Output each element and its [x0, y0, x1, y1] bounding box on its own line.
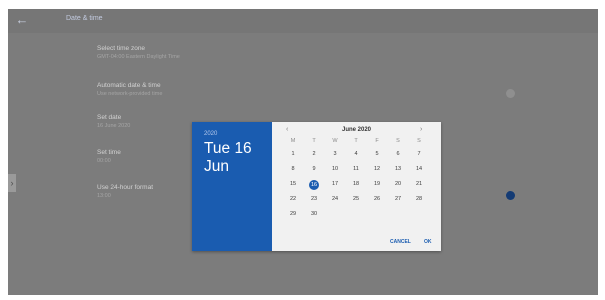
setting-value: GMT-04:00 Eastern Daylight Time — [97, 54, 180, 60]
page-title: Date & time — [66, 15, 103, 22]
setting-label: Use 24-hour format — [97, 184, 153, 191]
calendar-day[interactable]: 24 — [328, 194, 342, 205]
setting-value: Use network-provided time — [97, 91, 163, 97]
calendar-day[interactable]: 26 — [370, 194, 384, 205]
setting-value: 00:00 — [97, 158, 111, 164]
date-picker-dialog: 2020 Tue 16 Jun ‹ › June 2020 M T W T F … — [192, 122, 441, 251]
weekday-label: M — [290, 138, 296, 144]
setting-label: Select time zone — [97, 45, 146, 52]
calendar-day[interactable]: 25 — [349, 194, 363, 205]
weekday-label: F — [375, 138, 379, 144]
settings-screen: ← Date & time Select time zone GMT-04:00… — [8, 9, 598, 295]
calendar-day[interactable]: 6 — [391, 149, 405, 160]
setting-set-date[interactable]: Set date 16 June 2020 — [97, 114, 130, 129]
calendar-day[interactable]: 8 — [286, 164, 300, 175]
ok-button[interactable]: OK — [424, 239, 432, 245]
selected-date-line1: Tue 16 — [204, 140, 252, 157]
calendar-day[interactable]: 27 — [391, 194, 405, 205]
calendar-day[interactable]: 18 — [349, 179, 363, 190]
setting-label: Set time — [97, 149, 121, 156]
calendar-day-selected[interactable]: 16 — [309, 180, 319, 190]
calendar-day[interactable]: 17 — [328, 179, 342, 190]
weekday-label: W — [332, 138, 338, 144]
weekday-label: T — [354, 138, 358, 144]
month-label: June 2020 — [341, 127, 372, 133]
calendar-day[interactable]: 5 — [370, 149, 384, 160]
cancel-button[interactable]: CANCEL — [390, 239, 411, 245]
date-picker-header: 2020 Tue 16 Jun — [192, 122, 272, 251]
calendar-day[interactable]: 7 — [412, 149, 426, 160]
calendar: ‹ › June 2020 M T W T F S S 1 2 3 4 5 6 … — [272, 122, 441, 251]
weekday-label: T — [312, 138, 316, 144]
setting-select-time-zone[interactable]: Select time zone GMT-04:00 Eastern Dayli… — [97, 45, 180, 60]
setting-set-time[interactable]: Set time 00:00 — [97, 149, 121, 164]
selected-date-display: Tue 16 Jun — [204, 140, 266, 176]
calendar-day[interactable]: 2 — [307, 149, 321, 160]
setting-value: 13:00 — [97, 193, 111, 199]
year-label[interactable]: 2020 — [204, 131, 217, 137]
calendar-day[interactable]: 3 — [328, 149, 342, 160]
weekday-label: S — [417, 138, 421, 144]
setting-label: Set date — [97, 114, 122, 121]
calendar-day[interactable]: 22 — [286, 194, 300, 205]
calendar-day[interactable]: 19 — [370, 179, 384, 190]
calendar-day[interactable]: 29 — [286, 209, 300, 220]
automatic-date-time-toggle[interactable] — [506, 89, 515, 98]
top-app-bar: ← Date & time — [8, 9, 598, 33]
calendar-day[interactable]: 9 — [307, 164, 321, 175]
calendar-day[interactable]: 30 — [307, 209, 321, 220]
calendar-day[interactable]: 10 — [328, 164, 342, 175]
calendar-day[interactable]: 1 — [286, 149, 300, 160]
calendar-day[interactable]: 14 — [412, 164, 426, 175]
setting-automatic-date-time[interactable]: Automatic date & time Use network-provid… — [97, 82, 162, 97]
calendar-day[interactable]: 21 — [412, 179, 426, 190]
calendar-day[interactable]: 4 — [349, 149, 363, 160]
weekday-label: S — [396, 138, 400, 144]
setting-value: 16 June 2020 — [97, 123, 131, 129]
setting-label: Automatic date & time — [97, 82, 161, 89]
use-24-hour-toggle[interactable] — [506, 191, 515, 200]
calendar-day[interactable]: 15 — [286, 179, 300, 190]
selected-date-line2: Jun — [204, 158, 229, 175]
calendar-day[interactable]: 23 — [307, 194, 321, 205]
chevron-right-icon[interactable]: › — [8, 174, 16, 192]
setting-24-hour-format[interactable]: Use 24-hour format 13:00 — [97, 184, 153, 199]
calendar-day[interactable]: 20 — [391, 179, 405, 190]
back-arrow-icon[interactable]: ← — [14, 12, 30, 28]
calendar-day[interactable]: 28 — [412, 194, 426, 205]
calendar-day[interactable]: 13 — [391, 164, 405, 175]
calendar-day[interactable]: 11 — [349, 164, 363, 175]
calendar-day[interactable]: 12 — [370, 164, 384, 175]
